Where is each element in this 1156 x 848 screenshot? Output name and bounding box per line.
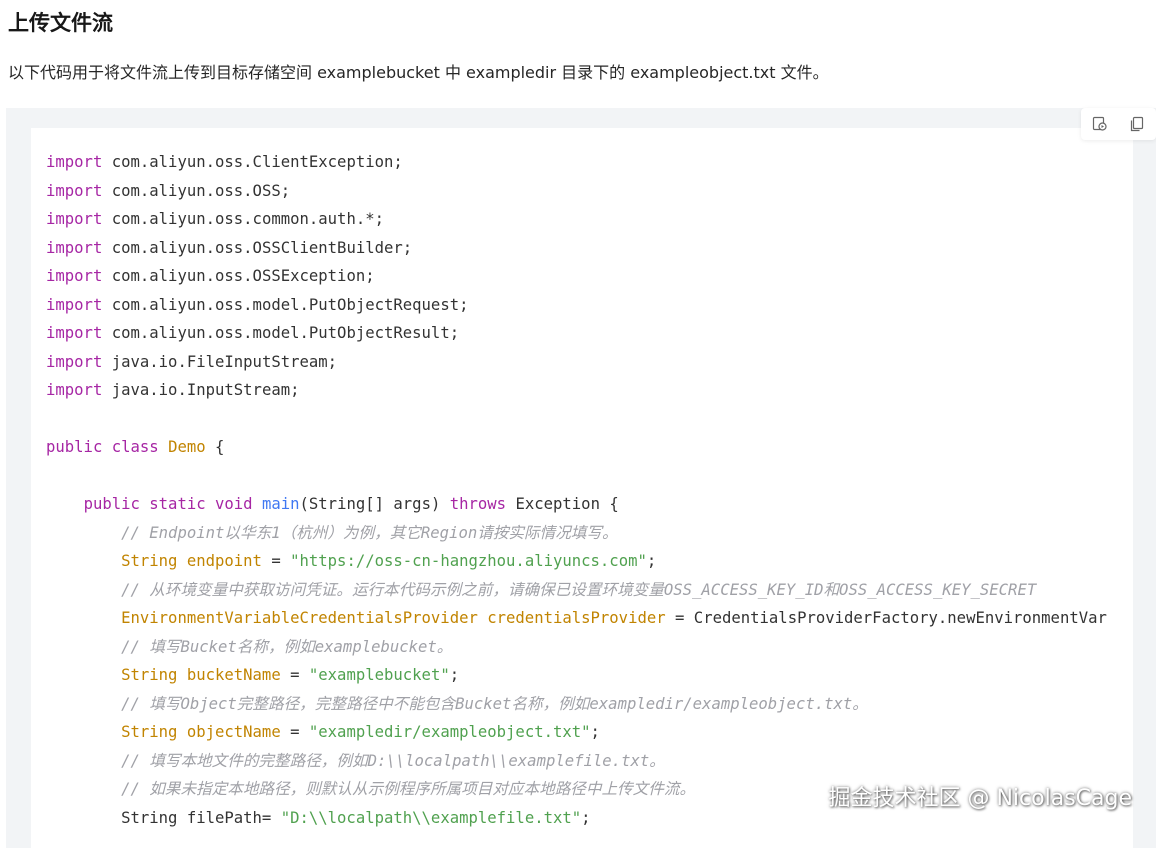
code-token: throws: [449, 495, 507, 513]
code-token: ;: [646, 552, 657, 570]
code-token: // 填写Bucket名称，例如examplebucket。: [121, 637, 453, 656]
section-heading: 上传文件流: [8, 11, 113, 35]
code-token: ;: [449, 666, 460, 684]
code-line: import com.aliyun.oss.model.PutObjectReq…: [46, 291, 1107, 320]
code-token: "examplebucket": [308, 666, 450, 684]
code-line: import com.aliyun.oss.ClientException;: [46, 148, 1107, 177]
run-code-icon[interactable]: [1091, 115, 1109, 133]
code-line: // Endpoint以华东1（杭州）为例，其它Region请按实际情况填写。: [46, 519, 1107, 548]
code-toolbar: [1081, 108, 1156, 140]
code-token: import: [46, 267, 103, 285]
code-token: com.aliyun.oss.model.PutObjectResult;: [102, 324, 460, 342]
code-token: import: [46, 295, 103, 314]
code-content[interactable]: import com.aliyun.oss.ClientException; im…: [46, 148, 1107, 832]
code-line: import com.aliyun.oss.model.PutObjectRes…: [46, 319, 1107, 348]
code-token: import: [46, 210, 103, 228]
code-line: // 从环境变量中获取访问凭证。运行本代码示例之前，请确保已设置环境变量OSS_…: [46, 576, 1107, 605]
code-line: public static void main(String[] args) t…: [46, 490, 1107, 519]
code-token: com.aliyun.oss.OSSClientBuilder;: [102, 238, 413, 257]
code-line: // 填写Object完整路径，完整路径中不能包含Bucket名称，例如exam…: [46, 690, 1107, 719]
code-line: import com.aliyun.oss.OSSClientBuilder;: [46, 234, 1107, 263]
code-token: import: [46, 181, 103, 200]
code-token: "D:\\localpath\\examplefile.txt": [280, 808, 582, 827]
code-token: import: [46, 381, 103, 399]
code-token: // 填写本地文件的完整路径，例如D:\\localpath\\examplef…: [121, 751, 665, 770]
watermark: 掘金技术社区 @ NicolasCage: [828, 786, 1132, 811]
code-line: import java.io.FileInputStream;: [46, 348, 1107, 377]
code-token: String bucketName: [121, 666, 281, 684]
code-token: java.io.InputStream;: [102, 381, 300, 399]
code-token: // Endpoint以华东1（杭州）为例，其它Region请按实际情况填写。: [121, 523, 618, 542]
code-line: public class Demo {: [46, 433, 1107, 462]
code-token: // 从环境变量中获取访问凭证。运行本代码示例之前，请确保已设置环境变量OSS_…: [121, 580, 1037, 599]
code-token: import: [46, 238, 103, 257]
code-token: // 填写Object完整路径，完整路径中不能包含Bucket名称，例如exam…: [121, 694, 868, 713]
code-line: import com.aliyun.oss.common.auth.*;: [46, 205, 1107, 234]
code-line: import com.aliyun.oss.OSSException;: [46, 262, 1107, 291]
code-token: import: [46, 324, 103, 342]
code-token: com.aliyun.oss.OSSException;: [102, 267, 375, 285]
code-token: String filePath=: [46, 808, 281, 827]
code-block: import com.aliyun.oss.ClientException; im…: [31, 128, 1133, 848]
code-token: ;: [581, 808, 591, 827]
code-token: public static void: [83, 495, 253, 513]
code-block-container: import com.aliyun.oss.ClientException; im…: [6, 108, 1156, 848]
code-token: import: [46, 352, 103, 371]
copy-icon[interactable]: [1128, 115, 1146, 133]
code-token: Exception {: [506, 495, 619, 513]
code-token: ;: [590, 723, 600, 741]
code-token: Demo: [168, 438, 206, 456]
code-token: "exampledir/exampleobject.txt": [308, 723, 591, 741]
code-token: com.aliyun.oss.ClientException;: [102, 153, 403, 171]
code-token: public class: [46, 438, 159, 456]
code-line: import java.io.InputStream;: [46, 376, 1107, 405]
code-token: com.aliyun.oss.model.PutObjectRequest;: [102, 295, 469, 314]
code-line: // 填写Bucket名称，例如examplebucket。: [46, 633, 1107, 662]
code-token: com.aliyun.oss.OSS;: [102, 181, 291, 200]
code-line: String bucketName = "examplebucket";: [46, 661, 1107, 690]
code-token: (String[] args): [299, 495, 450, 513]
code-token: "https://oss-cn-hangzhou.aliyuncs.com": [290, 552, 647, 570]
code-token: =: [280, 666, 309, 684]
code-token: java.io.FileInputStream;: [102, 352, 338, 371]
code-token: =: [261, 552, 291, 570]
section-description: 以下代码用于将文件流上传到目标存储空间 examplebucket 中 exam…: [8, 63, 829, 82]
code-token: String endpoint: [121, 552, 262, 570]
code-line: String objectName = "exampledir/exampleo…: [46, 718, 1107, 747]
code-token: String objectName: [121, 723, 281, 741]
code-line: import com.aliyun.oss.OSS;: [46, 177, 1107, 206]
code-line: // 填写本地文件的完整路径，例如D:\\localpath\\examplef…: [46, 747, 1107, 776]
code-token: = CredentialsProviderFactory.newEnvironm…: [665, 609, 1107, 627]
code-token: com.aliyun.oss.common.auth.*;: [102, 210, 384, 228]
code-token: EnvironmentVariableCredentialsProvider c…: [121, 609, 666, 627]
code-token: {: [205, 438, 225, 456]
code-line: EnvironmentVariableCredentialsProvider c…: [46, 604, 1107, 633]
code-token: // 如果未指定本地路径，则默认从示例程序所属项目对应本地路径中上传文件流。: [121, 780, 696, 798]
code-token: import: [46, 153, 103, 171]
code-line: String endpoint = "https://oss-cn-hangzh…: [46, 547, 1107, 576]
code-token: main: [261, 495, 300, 513]
code-token: =: [280, 723, 309, 741]
